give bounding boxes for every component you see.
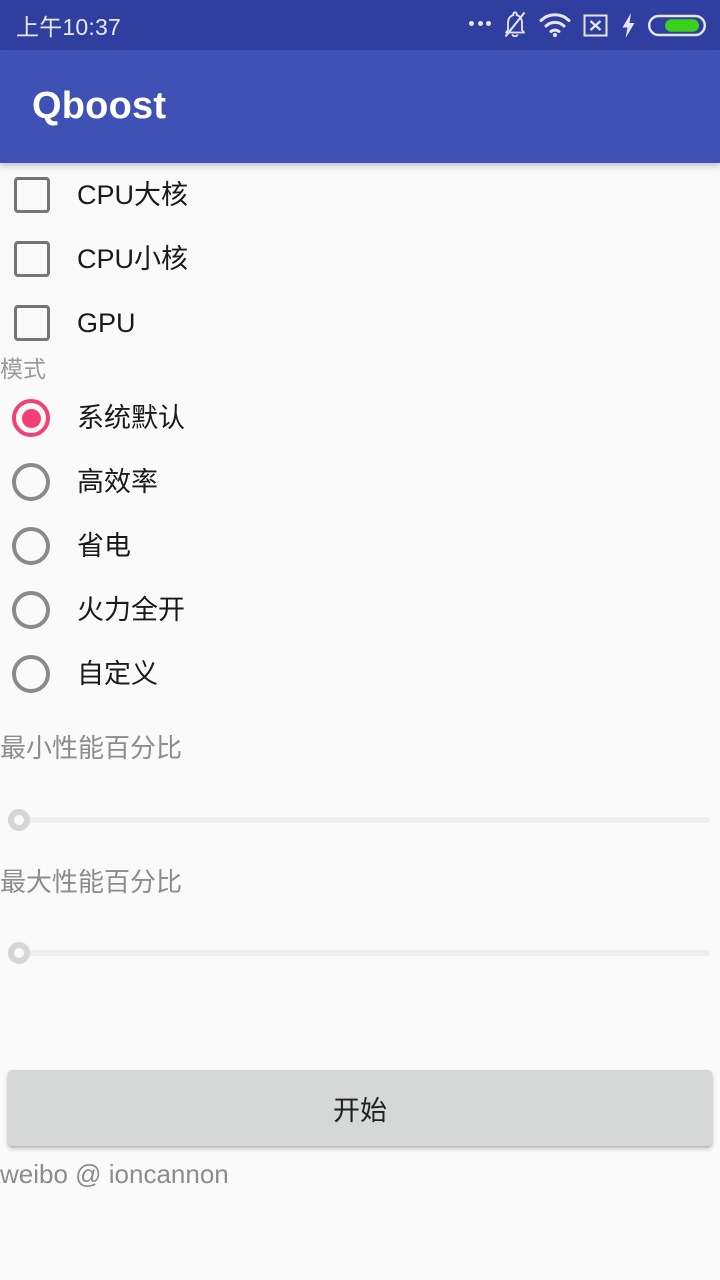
notifications-muted-icon (502, 11, 528, 39)
page-title: Qboost (32, 85, 167, 127)
no-sim-icon (582, 12, 609, 39)
radio-inner-dot (22, 473, 41, 492)
mode-radio-group: 系统默认 高效率 省电 火力全开 自定义 (0, 386, 720, 706)
radio-inner-dot (22, 601, 41, 620)
charging-bolt-icon (620, 12, 637, 39)
radio-power-saving[interactable] (12, 527, 50, 566)
radio-system-default[interactable] (12, 399, 50, 438)
radio-inner-dot (22, 537, 41, 556)
footer-credit-text: weibo @ ioncannon (0, 1159, 229, 1189)
slider-label-max-performance: 最大性能百分比 (0, 866, 183, 897)
slider-max-performance[interactable] (0, 922, 720, 984)
radio-label-high-efficiency: 高效率 (77, 466, 158, 497)
status-bar: 上午10:37 (0, 0, 720, 50)
mode-section-label: 模式 (0, 356, 46, 382)
radio-high-efficiency[interactable] (12, 463, 50, 502)
main-content: CPU大核 CPU小核 GPU 模式 系统默认 高效率 省电 火力全开 自定义 … (0, 163, 720, 1280)
start-button[interactable]: 开始 (8, 1070, 712, 1146)
radio-inner-dot (21, 408, 41, 428)
slider-track-min-performance[interactable] (8, 808, 710, 831)
checkbox-gpu[interactable] (14, 305, 50, 341)
component-checkbox-group: CPU大核 CPU小核 GPU (0, 163, 720, 355)
status-bar-clock: 上午10:37 (16, 14, 121, 40)
slider-min-performance[interactable] (0, 789, 720, 851)
wifi-icon (539, 12, 571, 38)
radio-label-custom: 自定义 (77, 658, 158, 689)
slider-block-min-performance: 最小性能百分比 (0, 734, 720, 851)
checkbox-row-cpu-big-core[interactable]: CPU大核 (0, 163, 720, 227)
checkbox-row-gpu[interactable]: GPU (0, 291, 720, 355)
radio-label-system-default: 系统默认 (77, 402, 185, 433)
checkbox-row-cpu-little-core[interactable]: CPU小核 (0, 227, 720, 291)
radio-row-system-default[interactable]: 系统默认 (0, 386, 720, 450)
checkbox-label-cpu-little-core: CPU小核 (77, 243, 189, 274)
radio-label-power-saving: 省电 (77, 530, 131, 561)
slider-block-max-performance: 最大性能百分比 (0, 868, 720, 985)
status-bar-icon-tray (469, 11, 706, 39)
checkbox-label-cpu-big-core: CPU大核 (77, 179, 189, 210)
slider-thumb-min-performance[interactable] (8, 808, 30, 831)
radio-inner-dot (22, 665, 41, 684)
more-dots-icon (469, 21, 491, 29)
radio-row-custom[interactable]: 自定义 (0, 642, 720, 706)
checkbox-cpu-big-core[interactable] (14, 177, 50, 213)
battery-icon (648, 12, 706, 39)
checkbox-cpu-little-core[interactable] (14, 241, 50, 277)
slider-track-max-performance[interactable] (8, 942, 710, 965)
slider-label-min-performance: 最小性能百分比 (0, 733, 183, 764)
radio-row-high-efficiency[interactable]: 高效率 (0, 450, 720, 514)
radio-full-power[interactable] (12, 591, 50, 630)
radio-row-power-saving[interactable]: 省电 (0, 514, 720, 578)
radio-row-full-power[interactable]: 火力全开 (0, 578, 720, 642)
radio-custom[interactable] (12, 655, 50, 694)
app-bar: Qboost (0, 50, 720, 163)
slider-thumb-max-performance[interactable] (8, 942, 30, 965)
checkbox-label-gpu: GPU (77, 307, 136, 338)
radio-label-full-power: 火力全开 (77, 594, 185, 625)
